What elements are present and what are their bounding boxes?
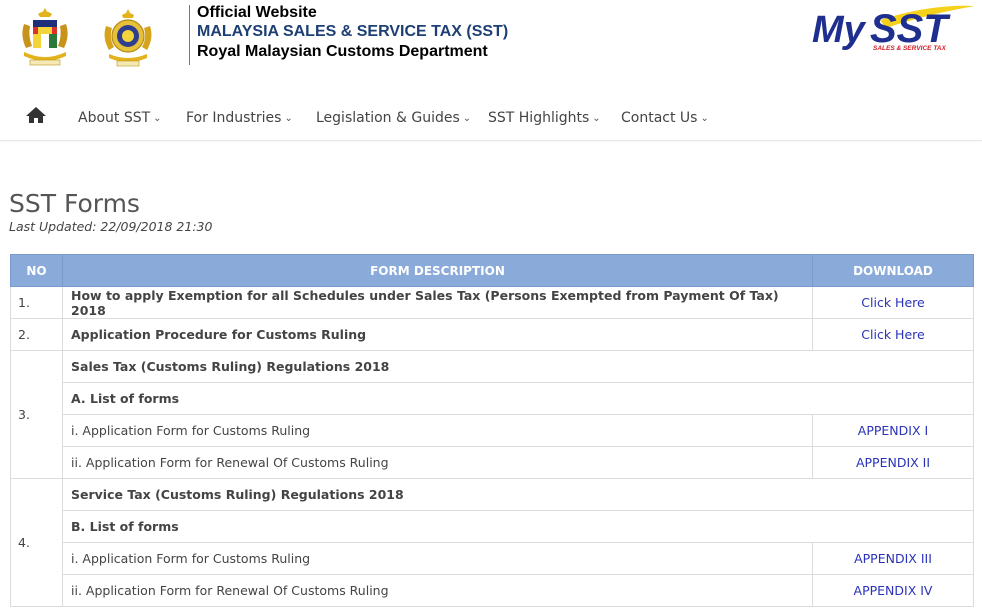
row-number: 4. xyxy=(10,478,63,607)
form-description: ii. Application Form for Renewal Of Cust… xyxy=(62,446,813,479)
nav-about-sst-label: About SST xyxy=(78,110,151,126)
chevron-down-icon: ⌄ xyxy=(700,113,709,124)
table-row: ii. Application Form for Renewal Of Cust… xyxy=(11,574,974,607)
mysst-logo[interactable]: My SST SALES & SERVICE TAX xyxy=(810,2,978,54)
table-row: i. Application Form for Customs Ruling A… xyxy=(11,542,974,575)
nav-for-industries-label: For Industries xyxy=(186,110,282,126)
header-department: Royal Malaysian Customs Department xyxy=(197,43,488,60)
download-cell: Click Here xyxy=(812,318,974,351)
section-subtitle: A. List of forms xyxy=(62,382,974,415)
table-header-row: NO FORM DESCRIPTION DOWNLOAD xyxy=(10,254,974,287)
chevron-down-icon: ⌄ xyxy=(153,113,162,124)
download-cell: APPENDIX I xyxy=(812,414,974,447)
section-title: Service Tax (Customs Ruling) Regulations… xyxy=(62,478,974,511)
nav-for-industries[interactable]: For Industries ⌄ xyxy=(186,110,293,126)
nav-legislation-guides[interactable]: Legislation & Guides ⌄ xyxy=(316,110,471,126)
nav-sst-highlights-label: SST Highlights xyxy=(488,110,590,126)
main-nav: About SST ⌄ For Industries ⌄ Legislation &… xyxy=(0,96,982,140)
row-number: 1. xyxy=(10,286,63,319)
table-row: B. List of forms xyxy=(11,510,974,543)
download-cell: APPENDIX III xyxy=(812,542,974,575)
nav-legislation-guides-label: Legislation & Guides xyxy=(316,110,460,126)
site-header: Official Website MALAYSIA SALES & SERVIC… xyxy=(0,0,982,80)
download-link[interactable]: APPENDIX I xyxy=(858,423,928,438)
download-link[interactable]: APPENDIX IV xyxy=(854,583,933,598)
form-description: i. Application Form for Customs Ruling xyxy=(62,542,813,575)
chevron-down-icon: ⌄ xyxy=(592,113,601,124)
form-description: Application Procedure for Customs Ruling xyxy=(62,318,813,351)
page-title: SST Forms xyxy=(9,188,140,218)
nav-contact-us-label: Contact Us xyxy=(621,110,698,126)
nav-sst-highlights[interactable]: SST Highlights ⌄ xyxy=(488,110,601,126)
table-row: ii. Application Form for Renewal Of Cust… xyxy=(11,446,974,479)
download-link[interactable]: Click Here xyxy=(861,295,924,310)
header-official-website: Official Website xyxy=(197,4,317,21)
download-link[interactable]: Click Here xyxy=(861,327,924,342)
download-cell: APPENDIX II xyxy=(812,446,974,479)
logo-tagline: SALES & SERVICE TAX xyxy=(873,45,947,52)
header-form-description: FORM DESCRIPTION xyxy=(62,254,813,287)
customs-department-crest-icon xyxy=(104,9,152,67)
header-site-title: MALAYSIA SALES & SERVICE TAX (SST) xyxy=(197,23,509,40)
header-no: NO xyxy=(10,254,63,287)
last-updated: Last Updated: 22/09/2018 21:30 xyxy=(9,219,213,234)
table-row: 4. Service Tax (Customs Ruling) Regulati… xyxy=(10,478,974,607)
home-icon[interactable] xyxy=(25,106,47,124)
download-link[interactable]: APPENDIX III xyxy=(854,551,932,566)
form-description: i. Application Form for Customs Ruling xyxy=(62,414,813,447)
download-cell: APPENDIX IV xyxy=(812,574,974,607)
logo-my-text: My xyxy=(812,9,867,51)
chevron-down-icon: ⌄ xyxy=(462,113,472,124)
header-divider xyxy=(189,5,190,65)
table-row: A. List of forms xyxy=(11,382,974,415)
nav-contact-us[interactable]: Contact Us ⌄ xyxy=(621,110,709,126)
row-number: 2. xyxy=(10,318,63,351)
table-row: i. Application Form for Customs Ruling A… xyxy=(11,414,974,447)
download-link[interactable]: APPENDIX II xyxy=(856,455,930,470)
table-row: 1. How to apply Exemption for all Schedu… xyxy=(10,286,974,319)
nav-about-sst[interactable]: About SST ⌄ xyxy=(78,110,162,126)
table-row: 3. Sales Tax (Customs Ruling) Regulation… xyxy=(10,350,974,479)
chevron-down-icon: ⌄ xyxy=(284,113,293,124)
section-title: Sales Tax (Customs Ruling) Regulations 2… xyxy=(62,350,974,383)
sst-forms-table: NO FORM DESCRIPTION DOWNLOAD 1. How to a… xyxy=(10,254,974,607)
malaysia-coat-of-arms-icon xyxy=(22,8,68,66)
form-description: ii. Application Form for Renewal Of Cust… xyxy=(62,574,813,607)
form-description: How to apply Exemption for all Schedules… xyxy=(62,286,813,319)
row-number: 3. xyxy=(10,350,63,479)
table-row: 2. Application Procedure for Customs Rul… xyxy=(10,318,974,351)
download-cell: Click Here xyxy=(812,286,974,319)
nav-divider xyxy=(0,140,982,141)
header-download: DOWNLOAD xyxy=(812,254,974,287)
section-subtitle: B. List of forms xyxy=(62,510,974,543)
